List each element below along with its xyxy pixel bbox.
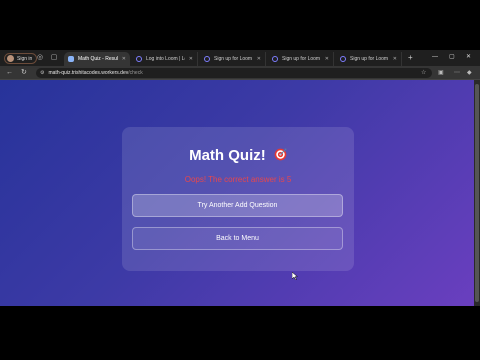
browser-window: Sign in ◎ ▢ Math Quiz - Result ✕ Log int… <box>0 50 480 306</box>
close-tab-icon[interactable]: ✕ <box>122 56 126 62</box>
maximize-icon[interactable]: ▢ <box>449 53 455 62</box>
try-another-question-button[interactable]: Try Another Add Question <box>132 194 343 217</box>
close-tab-icon[interactable]: ✕ <box>393 56 397 62</box>
feedback-message: Oops! The correct answer is 5 <box>184 175 292 184</box>
back-arrow-icon[interactable]: ← <box>6 68 13 78</box>
scrollbar-thumb[interactable] <box>475 84 479 302</box>
close-tab-icon[interactable]: ✕ <box>325 56 329 62</box>
minimize-icon[interactable]: — <box>432 53 438 62</box>
profile-button[interactable]: Sign in <box>4 53 38 64</box>
avatar <box>7 55 14 62</box>
direct-hit-target-icon <box>274 148 287 161</box>
extensions-icon[interactable]: ▣ <box>438 68 444 78</box>
back-to-menu-button[interactable]: Back to Menu <box>132 227 343 250</box>
tab-math-quiz[interactable]: Math Quiz - Result ✕ <box>64 52 130 66</box>
video-frame: Sign in ◎ ▢ Math Quiz - Result ✕ Log int… <box>0 0 480 360</box>
tab-loom-signup-1[interactable]: Sign up for Loom | Loom ✕ <box>200 52 266 66</box>
page-scrollbar[interactable] <box>474 80 480 306</box>
loom-favicon-icon <box>272 56 278 62</box>
url-host: math-quiz.trishitacodes.workers.dev <box>48 70 129 76</box>
reload-icon[interactable]: ↻ <box>21 68 27 78</box>
close-tab-icon[interactable]: ✕ <box>189 56 193 62</box>
bookmark-star-icon[interactable]: ☆ <box>421 68 426 78</box>
tab-strip: Sign in ◎ ▢ Math Quiz - Result ✕ Log int… <box>0 50 480 66</box>
title-text: Math Quiz! <box>189 147 266 164</box>
tab-loom-login[interactable]: Log into Loom | Loom ✕ <box>132 52 198 66</box>
quiz-card: Math Quiz! Oops! The correct answer is 5… <box>122 127 354 271</box>
mouse-cursor-icon <box>292 272 298 280</box>
close-tab-icon[interactable]: ✕ <box>257 56 261 62</box>
url-path: /check <box>128 70 143 76</box>
menu-dots-icon[interactable]: ⋯ <box>454 68 460 78</box>
address-toolbar: ← ↻ ⚙ math-quiz.trishitacodes.workers.de… <box>0 66 480 80</box>
copilot-icon[interactable]: ◆ <box>467 68 472 78</box>
workspaces-icon[interactable]: ◎ <box>36 54 44 62</box>
site-info-icon[interactable]: ⚙ <box>40 70 44 76</box>
new-tab-icon[interactable]: + <box>408 53 413 62</box>
page-viewport: Math Quiz! Oops! The correct answer is 5… <box>0 80 474 306</box>
loom-favicon-icon <box>136 56 142 62</box>
profile-label: Sign in <box>17 55 33 62</box>
close-window-icon[interactable]: ✕ <box>466 53 471 62</box>
page-favicon-icon <box>68 56 74 62</box>
tab-actions-icon[interactable]: ▢ <box>50 54 58 62</box>
address-bar[interactable]: ⚙ math-quiz.trishitacodes.workers.dev/ch… <box>36 68 432 78</box>
page-title: Math Quiz! <box>122 147 354 164</box>
loom-favicon-icon <box>340 56 346 62</box>
loom-favicon-icon <box>204 56 210 62</box>
tab-loom-signup-2[interactable]: Sign up for Loom | Loom ✕ <box>268 52 334 66</box>
tab-loom-signup-3[interactable]: Sign up for Loom | Loom ✕ <box>336 52 402 66</box>
